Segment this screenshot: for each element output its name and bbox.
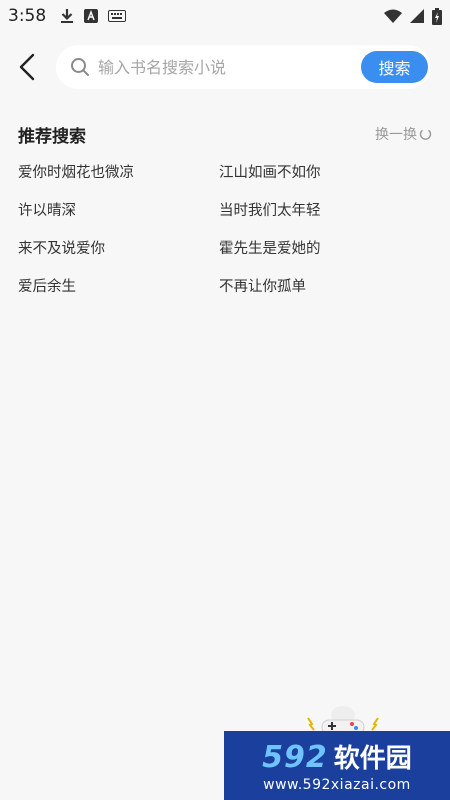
keyword-item[interactable]: 江山如画不如你 [219,160,420,198]
keyboard-icon [108,10,127,22]
keyword-item[interactable]: 爱后余生 [18,274,219,312]
signal-icon [410,9,424,23]
keyword-item[interactable]: 霍先生是爱她的 [219,236,420,274]
search-button[interactable]: 搜索 [361,51,428,83]
status-bar: 3:58 [0,0,450,32]
recommend-title: 推荐搜索 [18,127,86,147]
search-box[interactable]: 搜索 [56,45,430,89]
watermark-logo: 592 软件园 [262,738,412,775]
search-header: 搜索 [0,42,450,92]
refresh-label: 换一换 [375,127,417,143]
back-button[interactable] [12,49,42,85]
search-icon [70,57,90,77]
watermark-number: 592 [262,740,328,775]
wifi-icon [384,9,402,23]
status-left-icons [60,8,127,24]
watermark-text: 软件园 [333,744,412,774]
refresh-icon [419,129,432,140]
keyword-item[interactable]: 不再让你孤单 [219,274,420,312]
search-input[interactable] [98,52,348,82]
download-icon [60,8,74,24]
back-chevron-icon [19,53,35,81]
battery-icon [432,7,442,25]
keyword-item[interactable]: 许以晴深 [18,198,219,236]
status-right-icons [384,7,442,25]
refresh-button[interactable]: 换一换 [375,124,432,144]
keyword-item[interactable]: 当时我们太年轻 [219,198,420,236]
watermark-url: www.592xiazai.com [263,777,411,793]
a-badge-icon [84,9,99,23]
keyword-item[interactable]: 来不及说爱你 [18,236,219,274]
keyword-grid: 爱你时烟花也微凉 江山如画不如你 许以晴深 当时我们太年轻 来不及说爱你 霍先生… [18,160,438,312]
watermark-banner: 592 软件园 www.592xiazai.com [224,731,450,800]
keyword-item[interactable]: 爱你时烟花也微凉 [18,160,219,198]
status-time: 3:58 [8,6,47,26]
